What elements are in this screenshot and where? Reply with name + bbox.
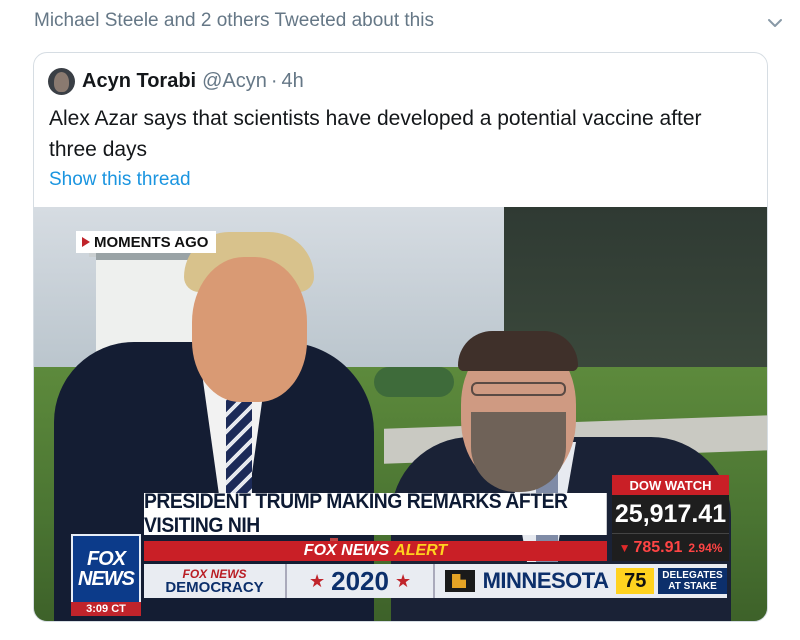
author-name[interactable]: Acyn Torabi bbox=[82, 70, 196, 93]
logo-line1: FOX bbox=[86, 548, 126, 570]
broadcast-clock: 3:09 CT bbox=[71, 602, 141, 616]
person-left-head bbox=[192, 257, 307, 402]
fox-news-alert-bar: FOX NEWS ALERT bbox=[144, 541, 607, 561]
play-triangle-icon bbox=[82, 237, 90, 247]
democracy-line2: DEMOCRACY bbox=[165, 579, 264, 596]
tweet-timestamp[interactable]: 4h bbox=[282, 70, 304, 93]
fox-news-logo: FOX NEWS bbox=[71, 534, 141, 604]
state-name: MINNESOTA bbox=[482, 568, 609, 593]
person-right-hair bbox=[458, 331, 578, 371]
separator-dot: · bbox=[270, 69, 278, 92]
election-ticker: FOX NEWS DEMOCRACY ★ 2020 ★ MINNESOTA 75… bbox=[144, 564, 728, 598]
tweet-video-media[interactable]: MOMENTS AGO DOW WATCH 25,917.41 ▼ 785.91… bbox=[34, 207, 767, 621]
dow-points: 785.91 bbox=[633, 538, 683, 556]
down-arrow-icon: ▼ bbox=[618, 540, 631, 555]
background-hedge bbox=[374, 367, 454, 397]
delegates-line2: AT STAKE bbox=[668, 581, 717, 592]
star-icon: ★ bbox=[394, 570, 412, 591]
star-icon: ★ bbox=[308, 570, 326, 591]
tweet-author-row[interactable]: Acyn Torabi @Acyn · 4h bbox=[48, 67, 304, 95]
minnesota-map-icon bbox=[445, 570, 475, 592]
moments-ago-label: MOMENTS AGO bbox=[94, 233, 209, 251]
delegates-label: DELEGATES AT STAKE bbox=[657, 568, 728, 594]
delegates-count: 75 bbox=[616, 568, 654, 594]
social-context-text: Michael Steele and 2 others Tweeted abou… bbox=[34, 10, 434, 31]
dow-change: ▼ 785.91 2.94% bbox=[612, 533, 729, 561]
person-right-glasses bbox=[471, 382, 566, 396]
chevron-down-icon[interactable] bbox=[766, 14, 784, 32]
year-text: 2020 bbox=[331, 565, 389, 596]
social-context-header: Michael Steele and 2 others Tweeted abou… bbox=[0, 0, 800, 44]
alert-brand: FOX NEWS bbox=[303, 542, 390, 559]
quoted-tweet-card[interactable]: Acyn Torabi @Acyn · 4h Alex Azar says th… bbox=[33, 52, 768, 622]
delegates-line1: DELEGATES bbox=[662, 570, 723, 581]
avatar[interactable] bbox=[48, 67, 75, 95]
author-handle: @Acyn bbox=[202, 69, 267, 92]
logo-line2: NEWS bbox=[78, 568, 135, 590]
year-label: ★ 2020 ★ bbox=[287, 564, 436, 598]
alert-word: ALERT bbox=[394, 542, 448, 559]
dow-watch-box: DOW WATCH 25,917.41 ▼ 785.91 2.94% bbox=[612, 475, 729, 561]
dow-label: DOW WATCH bbox=[612, 475, 729, 495]
chyron-headline: PRESIDENT TRUMP MAKING REMARKS AFTER VIS… bbox=[144, 490, 607, 537]
democracy-label: FOX NEWS DEMOCRACY bbox=[144, 564, 288, 598]
dow-value: 25,917.41 bbox=[612, 495, 729, 533]
show-thread-link[interactable]: Show this thread bbox=[49, 169, 191, 191]
tweet-text: Alex Azar says that scientists have deve… bbox=[49, 107, 702, 161]
dow-percent: 2.94% bbox=[688, 540, 723, 555]
moments-ago-tag: MOMENTS AGO bbox=[76, 231, 217, 253]
